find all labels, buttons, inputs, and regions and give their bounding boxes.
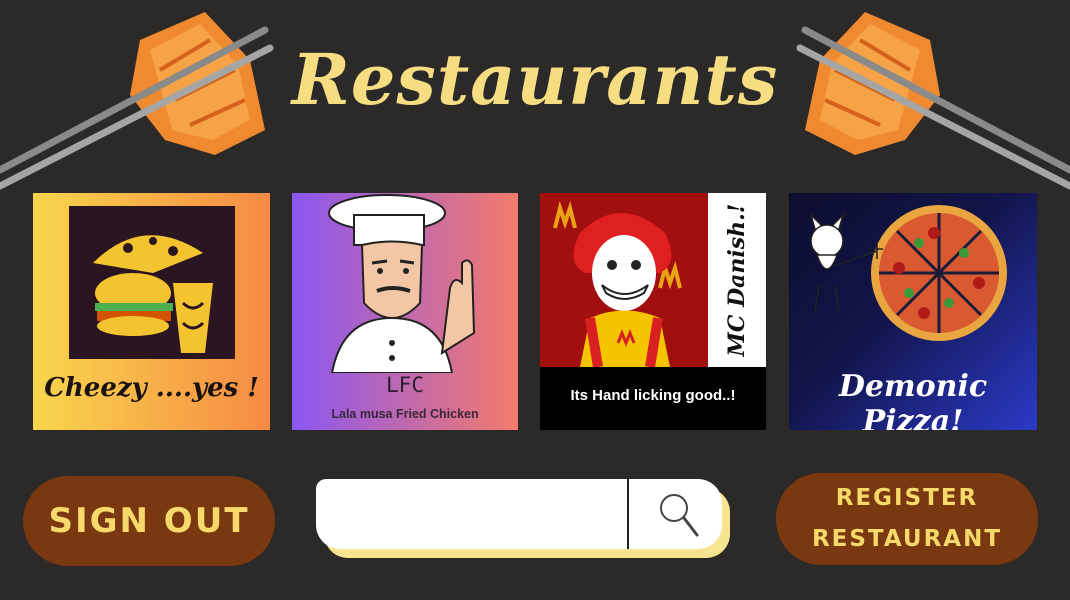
search-input[interactable] [316,479,654,549]
search-icon [660,494,699,537]
chef-illustration [328,194,476,373]
cheezy-logo [69,206,235,359]
restaurant-card-mc-danish[interactable]: MC Danish.! Its Hand licking good..! [540,193,766,430]
page-title: Restaurants [291,38,779,121]
vertical-brand-banner: MC Danish.! [708,193,766,367]
register-restaurant-button[interactable]: REGISTER RESTAURANT [776,473,1038,565]
restaurant-card-cheezy[interactable]: Cheezy ....yes ! [33,193,270,430]
restaurant-name: MC Danish.! [724,203,750,357]
clown-illustration [540,193,708,367]
search-bar [316,479,722,549]
restaurant-name: LFC [386,373,424,397]
restaurant-tagline: Its Hand licking good..! [570,387,736,404]
restaurant-card-demonic-pizza[interactable]: Demonic Pizza! [789,193,1037,430]
sign-out-button[interactable]: SIGN OUT [23,476,275,566]
restaurant-subtitle: Lala musa Fried Chicken [331,407,479,421]
restaurant-name: Demonic Pizza! [838,369,988,430]
register-label-line1: REGISTER [835,485,979,511]
register-label-line2: RESTAURANT [811,526,1003,552]
search-button[interactable] [629,479,722,549]
pizza-illustration [809,205,1007,341]
restaurant-card-lfc[interactable]: LFC Lala musa Fried Chicken [292,193,518,430]
restaurant-name: Cheezy ....yes ! [44,373,259,403]
